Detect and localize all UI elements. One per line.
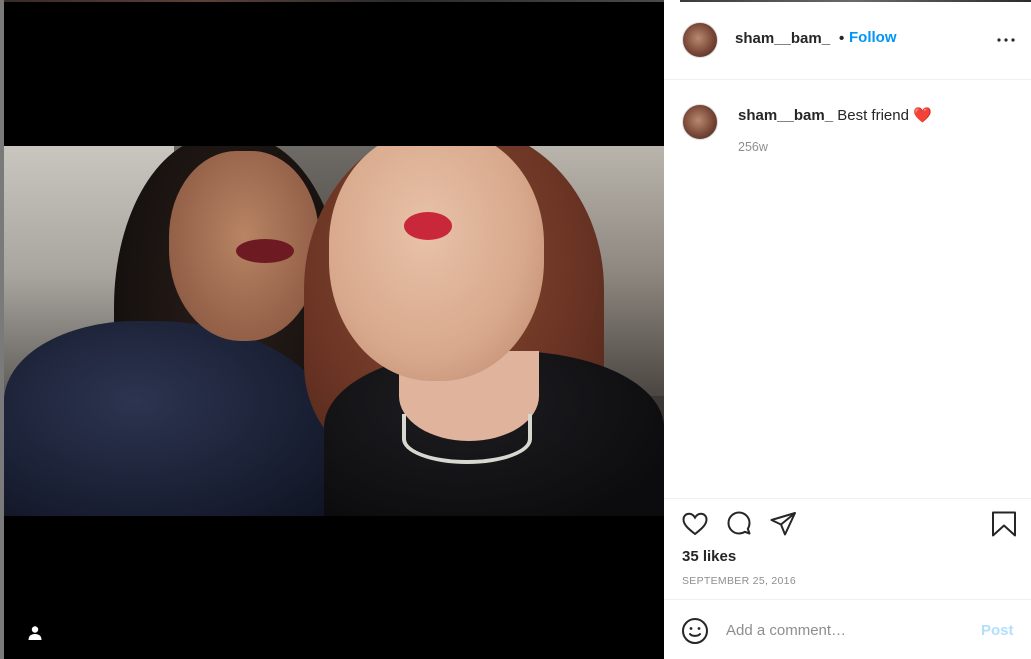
caption-timestamp[interactable]: 256w (738, 140, 768, 154)
post-header: sham__bam_ • Follow (664, 0, 1031, 80)
post-panel: sham__bam_ • Follow sham__bam_ Best frie… (664, 0, 1031, 659)
caption-section: sham__bam_ Best friend ❤️ 256w (664, 80, 1031, 498)
post-actions: 35 likes SEPTEMBER 25, 2016 (664, 498, 1031, 600)
post-media (4, 0, 664, 659)
more-options-icon[interactable] (994, 28, 1018, 52)
caption-username[interactable]: sham__bam_ (738, 107, 833, 124)
post-photo[interactable] (4, 146, 664, 516)
post-date[interactable]: SEPTEMBER 25, 2016 (682, 575, 796, 587)
bookmark-icon[interactable] (989, 509, 1019, 539)
header-username[interactable]: sham__bam_ (735, 30, 830, 47)
paper-plane-icon[interactable] (768, 509, 798, 539)
caption-avatar[interactable] (682, 104, 718, 140)
comment-input[interactable] (726, 618, 976, 642)
caption-body: Best friend (837, 107, 909, 124)
smiley-icon[interactable] (680, 616, 710, 646)
like-count[interactable]: 35 likes (682, 548, 736, 565)
separator-dot: • (839, 30, 845, 47)
heart-icon[interactable] (680, 509, 710, 539)
comment-form: Post (664, 600, 1031, 659)
caption-text: sham__bam_ Best friend ❤️ (738, 106, 932, 124)
follow-button[interactable]: Follow (849, 29, 897, 46)
heart-emoji: ❤️ (913, 107, 932, 124)
comment-bubble-icon[interactable] (724, 509, 754, 539)
post-comment-button[interactable]: Post (981, 622, 1014, 639)
media-top-strip (4, 0, 664, 2)
avatar[interactable] (682, 22, 718, 58)
person-icon[interactable] (26, 624, 44, 642)
